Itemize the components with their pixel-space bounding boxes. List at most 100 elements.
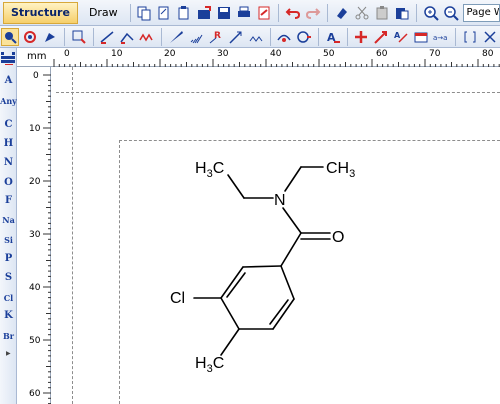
ethyl-bond[interactable] bbox=[227, 174, 245, 199]
palette-atom-any[interactable]: Any bbox=[0, 96, 17, 106]
rotate-icon[interactable] bbox=[21, 28, 39, 46]
hash-bond-icon[interactable] bbox=[187, 28, 205, 46]
main-toolbar: Structure Draw Page Wi bbox=[0, 0, 500, 26]
ethyl-bond[interactable] bbox=[284, 166, 302, 192]
text-icon[interactable]: A bbox=[324, 28, 342, 46]
periodic-table-icon[interactable] bbox=[1, 50, 15, 65]
undo-icon[interactable] bbox=[284, 4, 302, 22]
ruler-h-label: 40 bbox=[270, 49, 282, 59]
palette-atom-k[interactable]: K bbox=[0, 310, 17, 321]
ruler-v-label: 20 bbox=[29, 177, 41, 187]
drawing-toolbar: R A A a→a bbox=[0, 26, 500, 48]
ruler-h-label: 20 bbox=[164, 49, 176, 59]
carbonyl-carbon-bond[interactable] bbox=[280, 232, 302, 267]
ring-bond[interactable] bbox=[220, 266, 244, 299]
zoom-out-icon[interactable] bbox=[442, 4, 460, 22]
ruler-v-label: 60 bbox=[29, 389, 41, 399]
palette-atom-a[interactable]: A bbox=[0, 75, 17, 86]
atom-palette: A Any C H N O F Na Si P S Cl K Br ▶ bbox=[0, 48, 17, 404]
ring-icon[interactable] bbox=[275, 28, 293, 46]
r-group-icon[interactable]: R bbox=[207, 28, 225, 46]
ring-bond[interactable] bbox=[220, 297, 240, 330]
nitrogen-label[interactable]: N bbox=[274, 192, 286, 209]
svg-text:a→a: a→a bbox=[433, 34, 447, 42]
rect-select-icon[interactable] bbox=[70, 28, 88, 46]
ruler-h-label: 0 bbox=[64, 49, 70, 59]
palette-atom-br[interactable]: Br bbox=[0, 331, 17, 341]
ethyl-methyl-label[interactable]: CH3 bbox=[326, 160, 355, 180]
ruler-h-label: 80 bbox=[482, 49, 494, 59]
paste-icon[interactable] bbox=[393, 4, 411, 22]
chlorine-label[interactable]: Cl bbox=[170, 290, 185, 307]
molecule-structure[interactable]: H3C CH3 N O Cl H3C bbox=[51, 67, 500, 404]
save-icon[interactable] bbox=[215, 4, 233, 22]
svg-text:R: R bbox=[214, 31, 221, 41]
print-icon[interactable] bbox=[235, 4, 253, 22]
eraser-icon[interactable] bbox=[333, 4, 351, 22]
redo-icon[interactable] bbox=[304, 4, 322, 22]
ruler-v-label: 50 bbox=[29, 336, 41, 346]
wedge-bond-icon[interactable] bbox=[167, 28, 185, 46]
palette-more-icon[interactable]: ▶ bbox=[6, 350, 11, 357]
ring-bond[interactable] bbox=[280, 265, 295, 300]
arrow-bond-icon[interactable] bbox=[227, 28, 245, 46]
palette-atom-o[interactable]: O bbox=[0, 177, 17, 188]
toolbar-separator bbox=[269, 27, 271, 46]
single-bond-icon[interactable] bbox=[98, 28, 116, 46]
lasso-select-icon[interactable] bbox=[1, 27, 19, 46]
methyl-bond[interactable] bbox=[220, 328, 240, 356]
ethyl-methyl-label[interactable]: H3C bbox=[195, 160, 224, 180]
ruler-h-label: 10 bbox=[111, 49, 123, 59]
open-icon[interactable] bbox=[195, 4, 213, 22]
ruler-v-label: 10 bbox=[29, 124, 41, 134]
ring-settings-icon[interactable] bbox=[295, 28, 313, 46]
methyl-label[interactable]: H3C bbox=[195, 355, 224, 375]
palette-atom-cl[interactable]: Cl bbox=[0, 293, 17, 303]
zigzag-icon[interactable] bbox=[247, 28, 265, 46]
chain-icon[interactable] bbox=[118, 28, 136, 46]
amide-bond[interactable] bbox=[282, 207, 302, 234]
palette-atom-si[interactable]: Si bbox=[0, 235, 17, 245]
plus-icon[interactable] bbox=[352, 28, 370, 46]
a-to-a-icon[interactable]: a→a bbox=[432, 28, 450, 46]
ruler-h-label: 50 bbox=[323, 49, 335, 59]
palette-atom-s[interactable]: S bbox=[0, 272, 17, 283]
drawing-canvas[interactable]: H3C CH3 N O Cl H3C bbox=[51, 67, 500, 404]
table-icon[interactable] bbox=[412, 28, 430, 46]
toolbar-separator bbox=[455, 27, 457, 46]
ring-bond[interactable] bbox=[242, 265, 282, 268]
clipboard-icon[interactable] bbox=[373, 4, 391, 22]
bracket-icon[interactable] bbox=[461, 28, 479, 46]
toolbar-separator bbox=[161, 27, 162, 46]
ruler-v-label: 0 bbox=[33, 71, 39, 81]
palette-atom-p[interactable]: P bbox=[0, 253, 17, 264]
scissors-icon[interactable] bbox=[353, 4, 371, 22]
ruler-ticks bbox=[53, 59, 500, 67]
atom-map-icon[interactable]: A bbox=[392, 28, 410, 46]
toolbar-separator bbox=[346, 27, 348, 46]
tab-draw[interactable]: Draw bbox=[81, 2, 126, 24]
cut-page-icon[interactable] bbox=[155, 4, 173, 22]
palette-atom-c[interactable]: C bbox=[0, 119, 17, 130]
zoom-in-icon[interactable] bbox=[422, 4, 440, 22]
palette-atom-h[interactable]: H bbox=[0, 138, 17, 149]
toolbar-separator bbox=[64, 27, 65, 46]
palette-atom-f[interactable]: F bbox=[0, 195, 17, 206]
zoom-select[interactable]: Page Wi bbox=[462, 3, 500, 22]
oxygen-label[interactable]: O bbox=[332, 229, 344, 246]
clean-icon[interactable] bbox=[41, 28, 59, 46]
reaction-arrow-icon[interactable] bbox=[372, 28, 390, 46]
vertical-ruler: 0 10 20 30 40 50 60 bbox=[17, 67, 51, 404]
ruler-h-label: 70 bbox=[429, 49, 441, 59]
toolbar-separator bbox=[327, 3, 328, 22]
tab-structure[interactable]: Structure bbox=[3, 1, 78, 24]
expand-icon[interactable] bbox=[481, 28, 499, 46]
paste-page-icon[interactable] bbox=[175, 4, 193, 22]
palette-atom-na[interactable]: Na bbox=[0, 215, 17, 225]
ruler-v-label: 40 bbox=[29, 283, 41, 293]
copy-icon[interactable] bbox=[135, 4, 153, 22]
ring-bond[interactable] bbox=[272, 298, 295, 330]
wavy-chain-icon[interactable] bbox=[138, 28, 156, 46]
palette-atom-n[interactable]: N bbox=[0, 157, 17, 168]
pdf-icon[interactable] bbox=[255, 4, 273, 22]
